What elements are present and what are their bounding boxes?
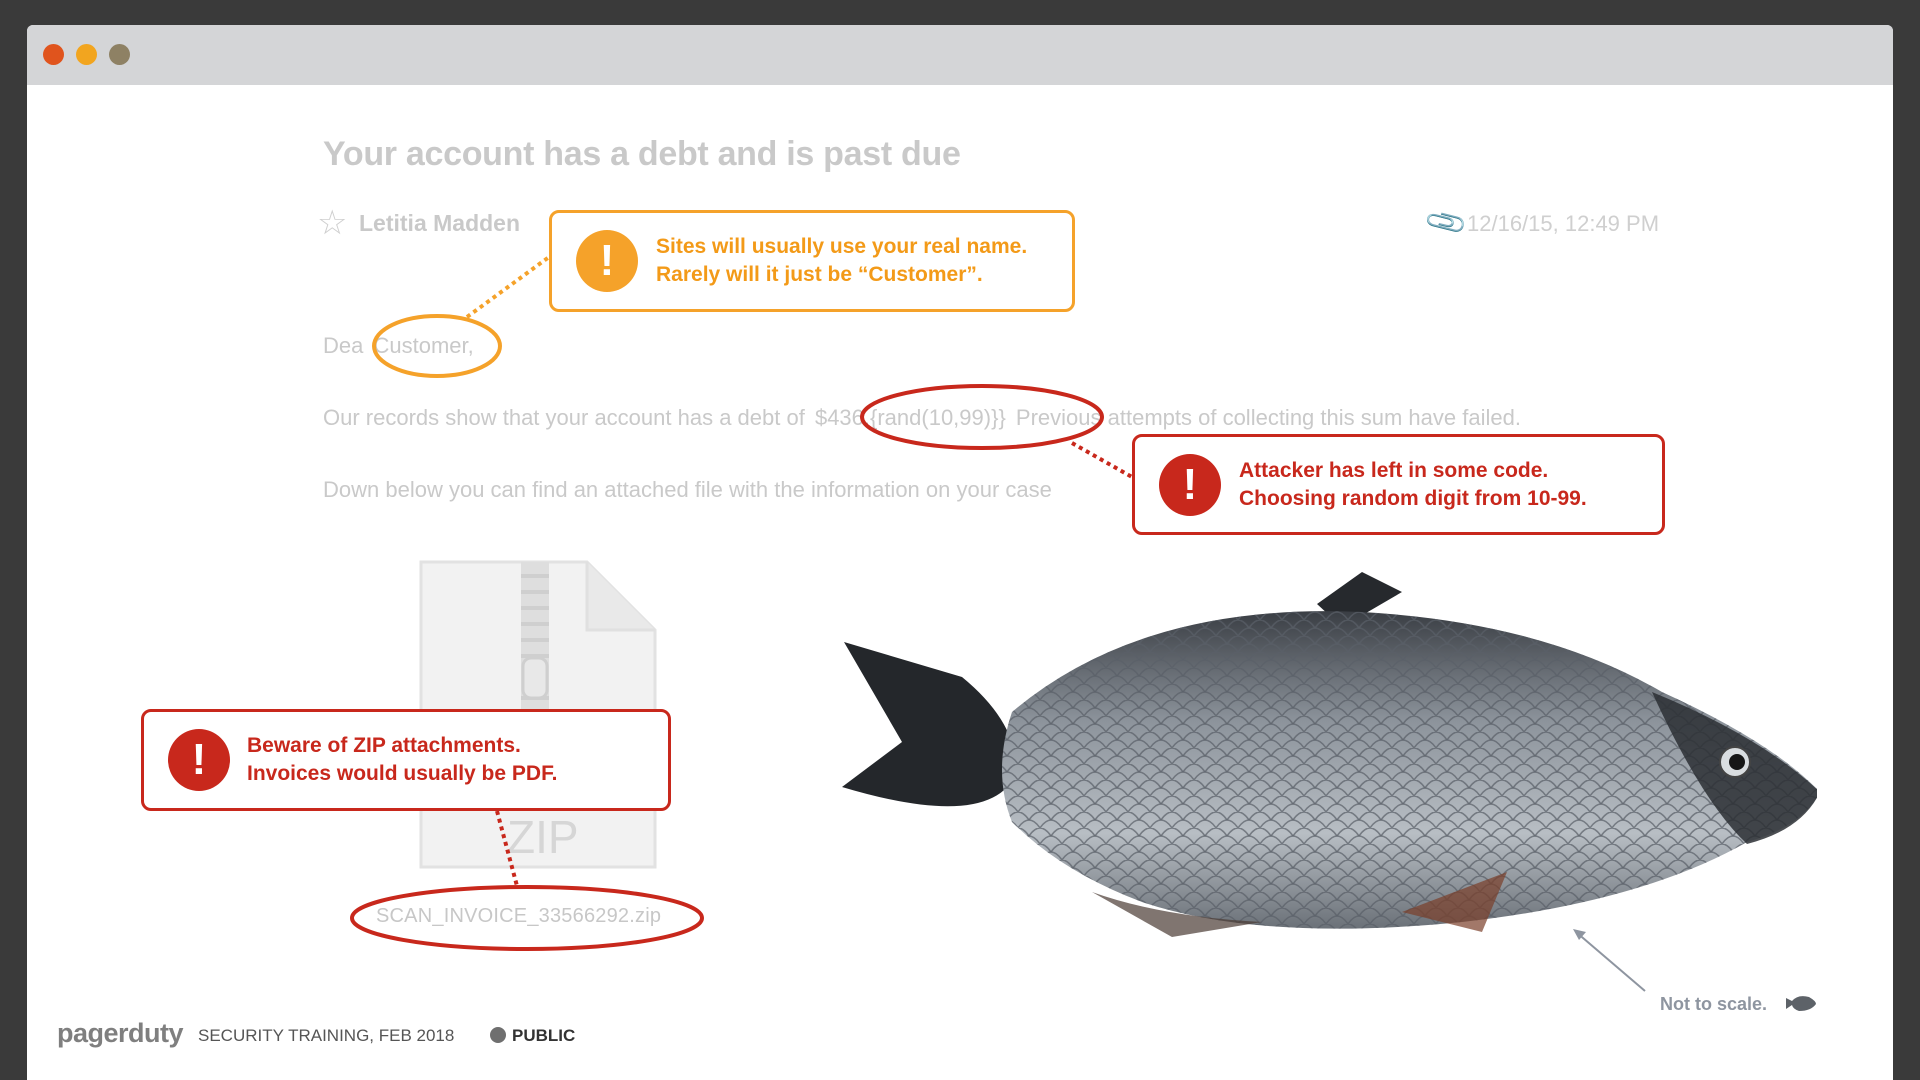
minimize-window-button[interactable]: [76, 44, 97, 65]
pagerduty-logo: pagerduty: [57, 1018, 184, 1048]
slide-footer: pagerduty SECURITY TRAINING, FEB 2018 PU…: [57, 1018, 657, 1052]
callout-zip-text: Beware of ZIP attachments. Invoices woul…: [247, 734, 558, 785]
mini-fish-icon: [1786, 996, 1816, 1011]
callout-zip-attachment: ! Beware of ZIP attachments. Invoices wo…: [141, 709, 671, 811]
fish-image: [842, 572, 1817, 937]
email-subject: Your account has a debt and is past due: [323, 135, 961, 173]
callout-real-name: ! Sites will usually use your real name.…: [549, 210, 1075, 312]
paperclip-icon: 📎: [1422, 199, 1470, 246]
email-sender: Letitia Madden: [359, 210, 521, 236]
attachment-filename[interactable]: SCAN_INVOICE_33566292.zip: [376, 905, 661, 928]
greeting-prefix: Dea: [323, 333, 364, 358]
close-window-button[interactable]: [43, 44, 64, 65]
window-titlebar: [27, 25, 1893, 85]
email-debt-line: Our records show that your account has a…: [323, 405, 1521, 431]
debt-amount: $436.{rand(10,99)}}: [814, 405, 1006, 430]
email-attachment-line: Down below you can find an attached file…: [323, 477, 1052, 502]
callout-leftover-code-text: Attacker has left in some code. Choosing…: [1239, 459, 1587, 510]
email-greeting: Dea Customer,: [323, 333, 474, 359]
footer-caption: SECURITY TRAINING, FEB 2018: [198, 1026, 455, 1045]
exclamation-icon: !: [576, 230, 638, 292]
exclamation-icon: !: [1159, 454, 1221, 516]
amount-connector: [1071, 441, 1133, 479]
maximize-window-button[interactable]: [109, 44, 130, 65]
zip-type-label: ZIP: [507, 811, 579, 863]
customer-connector: [465, 255, 551, 319]
debt-line-prefix: Our records show that your account has a…: [323, 405, 805, 430]
exclamation-icon: !: [168, 729, 230, 791]
greeting-customer: Customer,: [373, 333, 474, 358]
email-date: 12/16/15, 12:49 PM: [1467, 211, 1660, 236]
callout-leftover-code: ! Attacker has left in some code. Choosi…: [1132, 434, 1665, 535]
callout-real-name-text: Sites will usually use your real name. R…: [656, 235, 1028, 286]
not-to-scale-note: Not to scale.: [1660, 994, 1768, 1014]
debt-line-suffix: Previous attempts of collecting this sum…: [1015, 405, 1521, 430]
star-icon[interactable]: ☆: [317, 205, 347, 241]
classification-dot: [490, 1027, 506, 1043]
browser-window: Your account has a debt and is past due …: [27, 25, 1893, 1080]
classification-label: PUBLIC: [512, 1026, 576, 1045]
